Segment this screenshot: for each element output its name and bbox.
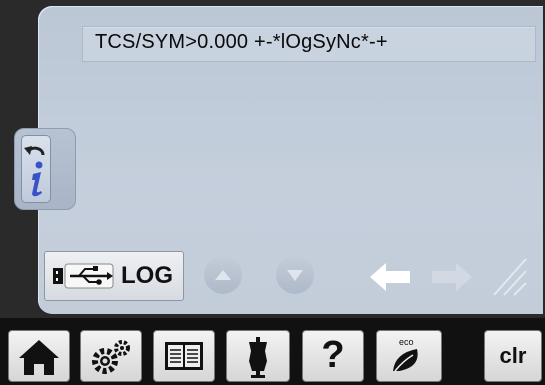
manual-button[interactable] [153,330,215,382]
command-text: TCS/SYM>0.000 +-*lOgSyNc*-+ [95,31,388,53]
scroll-up-button[interactable] [204,256,242,294]
manual-book-icon [165,342,203,370]
dress-form-button[interactable] [226,330,290,382]
settings-button[interactable] [80,330,142,382]
triangle-down-icon [287,270,303,281]
settings-icon [92,340,130,374]
clear-button[interactable]: clr [484,330,542,382]
scroll-down-button[interactable] [276,256,314,294]
info-back-button[interactable] [14,128,76,210]
arrow-right-icon[interactable] [428,259,476,295]
help-icon: ? [321,334,345,376]
eco-leaf-icon [393,349,418,372]
triangle-up-icon [215,270,231,280]
log-usb-button[interactable]: LOG [44,251,184,301]
dress-form-icon [249,337,267,378]
home-button[interactable] [8,330,70,382]
eco-button[interactable]: eco [376,330,442,382]
help-button[interactable]: ? [302,330,364,382]
info-icon [21,135,51,203]
home-icon [19,340,59,375]
usb-icon [53,263,114,289]
arrow-left-icon[interactable] [366,259,414,295]
command-display[interactable]: TCS/SYM>0.000 +-*lOgSyNc*-+ [82,26,536,62]
screen: TCS/SYM>0.000 +-*lOgSyNc*-+ LOG ? eco cl… [0,0,545,385]
resize-grip-icon[interactable] [488,253,528,297]
log-label: LOG [121,262,173,289]
clear-label: clr [499,343,527,368]
